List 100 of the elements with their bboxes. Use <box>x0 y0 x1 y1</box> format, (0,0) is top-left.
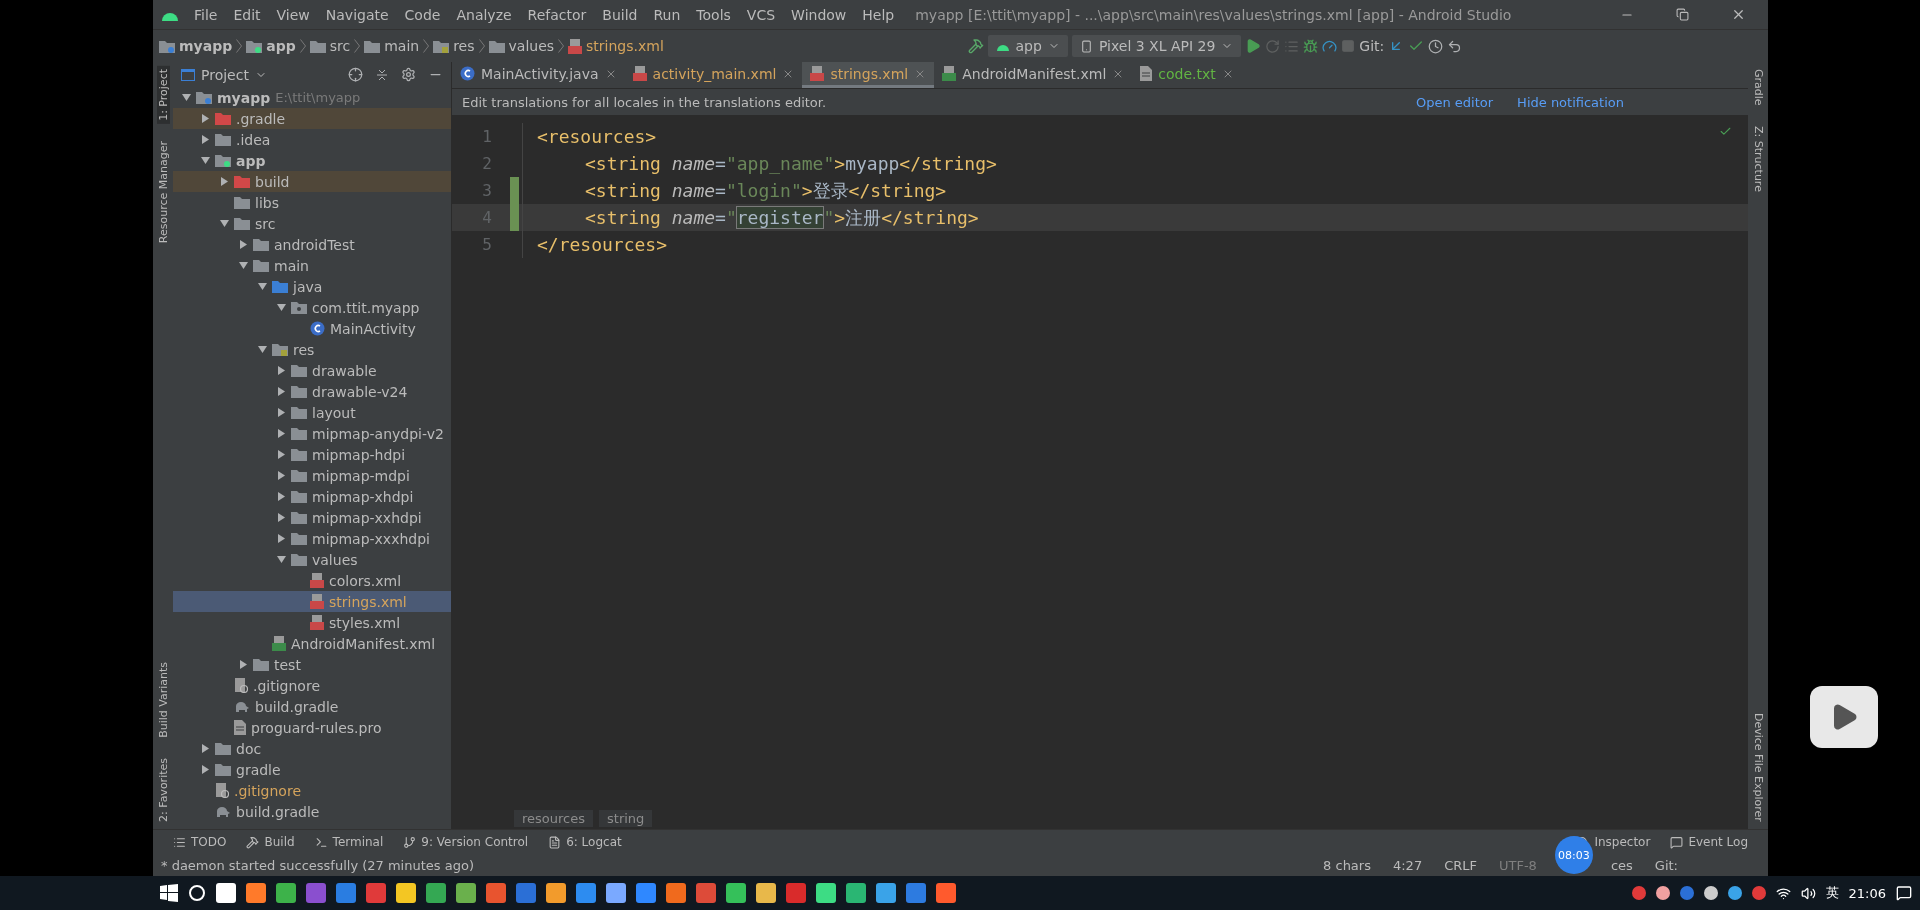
expand-arrow-icon[interactable] <box>276 450 286 459</box>
tree-item[interactable]: build <box>173 171 451 192</box>
expand-arrow-icon[interactable] <box>276 471 286 480</box>
tree-item[interactable]: mipmap-xxxhdpi <box>173 528 451 549</box>
tree-item[interactable]: build.gradle <box>173 801 451 822</box>
tree-item[interactable]: .gitignore <box>173 675 451 696</box>
editor-tab[interactable]: AndroidManifest.xml <box>934 62 1133 88</box>
collapse-icon[interactable] <box>375 67 389 82</box>
tool-tab[interactable]: Terminal <box>314 835 384 849</box>
expand-arrow-icon[interactable] <box>200 114 210 123</box>
tree-item[interactable]: .gradle <box>173 108 451 129</box>
menu-item[interactable]: Build <box>601 6 639 23</box>
tree-item[interactable]: styles.xml <box>173 612 451 633</box>
tray-icon[interactable] <box>1727 886 1742 900</box>
menu-item[interactable]: Tools <box>695 6 732 23</box>
tree-item[interactable]: layout <box>173 402 451 423</box>
editor-breadcrumb[interactable]: string <box>599 809 653 827</box>
menu-item[interactable]: VCS <box>745 6 777 23</box>
clock-icon[interactable] <box>1428 38 1444 54</box>
editor-tab[interactable]: MainActivity.java <box>452 62 625 88</box>
notification-icon[interactable] <box>1896 885 1912 901</box>
status-item[interactable]: ces <box>1610 857 1633 873</box>
menu-item[interactable]: File <box>193 6 219 23</box>
status-item[interactable]: 4:27 <box>1392 857 1423 873</box>
notification-link[interactable]: Hide notification <box>1517 94 1624 110</box>
menu-item[interactable]: Refactor <box>526 6 588 23</box>
collapse-arrow-icon[interactable] <box>238 261 248 270</box>
tree-item[interactable]: .gitignore <box>173 780 451 801</box>
collapse-arrow-icon[interactable] <box>181 93 191 102</box>
expand-arrow-icon[interactable] <box>200 765 210 774</box>
tool-window-tab[interactable]: Resource Manager <box>156 137 170 246</box>
settings-icon[interactable] <box>401 67 416 82</box>
menu-item[interactable]: Edit <box>232 6 262 23</box>
menu-item[interactable]: Code <box>403 6 442 23</box>
tool-tab[interactable]: 9: Version Control <box>403 835 529 849</box>
tree-item[interactable]: .idea <box>173 129 451 150</box>
tool-tab[interactable]: 6: Logcat <box>548 835 622 849</box>
expand-arrow-icon[interactable] <box>276 366 286 375</box>
tree-item[interactable]: libs <box>173 192 451 213</box>
input-method[interactable]: 英 <box>1825 884 1839 902</box>
tool-window-tab[interactable]: 2: Favorites <box>156 755 170 825</box>
editor-tab[interactable]: activity_main.xml <box>624 62 803 88</box>
tool-window-tab[interactable]: Z: Structure <box>1751 122 1765 195</box>
expand-arrow-icon[interactable] <box>219 177 229 186</box>
breadcrumb[interactable]: src <box>309 38 351 54</box>
bug-icon[interactable] <box>1303 38 1319 54</box>
editor-breadcrumb[interactable]: resources <box>514 809 593 827</box>
wifi-icon[interactable] <box>1775 885 1791 901</box>
windows-icon[interactable] <box>160 884 178 902</box>
tree-item[interactable]: gradle <box>173 759 451 780</box>
notification-link[interactable]: Open editor <box>1416 94 1494 110</box>
tree-item[interactable]: main <box>173 255 451 276</box>
menu-item[interactable]: Window <box>790 6 848 23</box>
tool-window-tab[interactable]: Gradle <box>1751 66 1765 109</box>
tree-item[interactable]: src <box>173 213 451 234</box>
expand-arrow-icon[interactable] <box>200 744 210 753</box>
tree-item[interactable]: mipmap-xhdpi <box>173 486 451 507</box>
editor-tab[interactable]: code.txt <box>1132 62 1242 88</box>
device-dropdown[interactable]: Pixel 3 XL API 29 <box>1071 35 1242 57</box>
collapse-arrow-icon[interactable] <box>219 219 229 228</box>
undo-icon[interactable] <box>1447 38 1463 54</box>
tree-item[interactable]: res <box>173 339 451 360</box>
tree-item[interactable]: java <box>173 276 451 297</box>
menu-item[interactable]: Help <box>861 6 896 23</box>
tree-item[interactable]: mipmap-mdpi <box>173 465 451 486</box>
tool-window-tab[interactable]: Build Variants <box>156 659 170 742</box>
restore-icon[interactable] <box>1676 8 1689 21</box>
expand-arrow-icon[interactable] <box>276 387 286 396</box>
tree-item[interactable]: strings.xml <box>173 591 451 612</box>
expand-arrow-icon[interactable] <box>276 429 286 438</box>
tool-tab[interactable]: Build <box>246 835 295 849</box>
menu-item[interactable]: Navigate <box>324 6 390 23</box>
collapse-arrow-icon[interactable] <box>257 345 267 354</box>
tree-item[interactable]: MainActivity <box>173 318 451 339</box>
breadcrumb[interactable]: values <box>488 38 555 54</box>
speaker-icon[interactable] <box>1800 885 1816 901</box>
tree-item[interactable]: test <box>173 654 451 675</box>
search-circle-icon[interactable] <box>188 884 206 902</box>
run-icon[interactable] <box>1245 38 1262 54</box>
tree-item[interactable]: drawable-v24 <box>173 381 451 402</box>
clock[interactable]: 21:06 <box>1848 885 1886 901</box>
tool-window-tab[interactable]: 1: Project <box>156 66 170 124</box>
tree-item[interactable]: myapp E:\ttit\myapp <box>173 87 451 108</box>
tree-item[interactable]: mipmap-hdpi <box>173 444 451 465</box>
tray-icon[interactable] <box>1703 886 1718 900</box>
expand-arrow-icon[interactable] <box>200 135 210 144</box>
breadcrumb[interactable]: res <box>433 38 475 54</box>
collapse-arrow-icon[interactable] <box>276 555 286 564</box>
expand-arrow-icon[interactable] <box>238 660 248 669</box>
tool-window-tab[interactable]: Device File Explorer <box>1751 710 1765 825</box>
tree-item[interactable]: mipmap-xxhdpi <box>173 507 451 528</box>
menu-item[interactable]: Run <box>652 6 682 23</box>
editor-tab[interactable]: strings.xml <box>802 62 935 88</box>
expand-arrow-icon[interactable] <box>238 240 248 249</box>
play-button[interactable] <box>1810 686 1878 748</box>
panel-title-dropdown[interactable]: Project <box>181 66 336 83</box>
crosshair-icon[interactable] <box>348 67 363 82</box>
expand-arrow-icon[interactable] <box>276 534 286 543</box>
tree-item[interactable]: com.ttit.myapp <box>173 297 451 318</box>
tool-tab[interactable]: Event Log <box>1670 835 1748 849</box>
